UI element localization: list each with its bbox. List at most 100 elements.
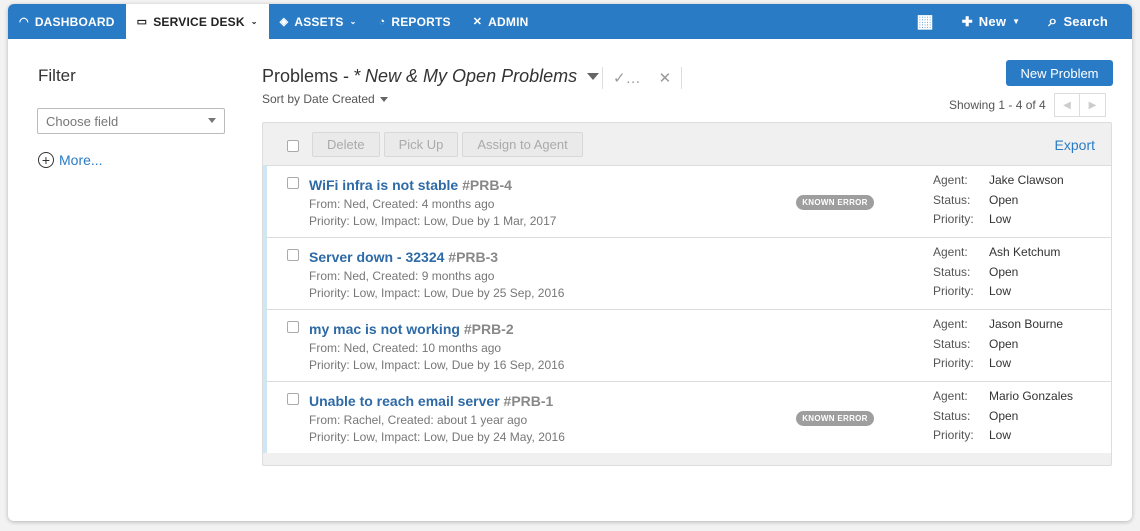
problem-details: Priority: Low, Impact: Low, Due by 16 Se… xyxy=(309,358,565,372)
row-checkbox[interactable] xyxy=(287,249,299,261)
problem-title-link[interactable]: Server down - 32324 #PRB-3 xyxy=(309,249,498,265)
problem-title-link[interactable]: Unable to reach email server #PRB-1 xyxy=(309,393,553,409)
sort-dropdown[interactable]: Sort by Date Created xyxy=(262,92,388,106)
search-label: Search xyxy=(1063,14,1108,29)
problem-origin: From: Rachel, Created: about 1 year ago xyxy=(309,413,528,427)
chevron-down-icon: ⌄ xyxy=(349,17,357,26)
nav-reports[interactable]: ◔ REPORTS xyxy=(367,4,461,39)
problem-origin: From: Ned, Created: 4 months ago xyxy=(309,197,495,211)
priority-value: Low xyxy=(989,356,1012,370)
calendar-icon: ▦ xyxy=(916,11,934,31)
app-window: ◠ DASHBOARD ▭ SERVICE DESK ⌄ ◈ ASSETS ⌄ … xyxy=(8,4,1132,521)
table-row: my mac is not working #PRB-2 From: Ned, … xyxy=(263,309,1111,381)
next-page-button[interactable]: ▶ xyxy=(1080,93,1106,117)
status-label: Status: xyxy=(933,193,971,207)
priority-value: Low xyxy=(989,212,1012,226)
choose-field-select[interactable]: Choose field xyxy=(37,108,225,134)
caret-down-icon xyxy=(587,73,600,80)
priority-label: Priority: xyxy=(933,212,974,226)
more-filters-link[interactable]: + More... xyxy=(38,152,103,168)
problem-id: #PRB-4 xyxy=(462,177,512,193)
agent-value: Jason Bourne xyxy=(989,317,1064,331)
status-label: Status: xyxy=(933,337,971,351)
agent-label: Agent: xyxy=(933,173,968,187)
problem-title: Server down - 32324 xyxy=(309,249,445,265)
select-all-checkbox[interactable] xyxy=(287,140,299,152)
assign-to-agent-button[interactable]: Assign to Agent xyxy=(462,131,583,157)
search-icon: ⌕ xyxy=(1048,12,1058,30)
plus-icon: ✚ xyxy=(961,13,973,29)
view-name: New & My Open Problems xyxy=(365,66,578,86)
choose-field-placeholder: Choose field xyxy=(46,114,119,129)
agent-value: Ash Ketchum xyxy=(989,245,1061,259)
caret-down-icon xyxy=(379,96,388,102)
chevron-down-icon: ⌄ xyxy=(250,17,258,26)
pick-up-button[interactable]: Pick Up xyxy=(383,131,459,157)
new-menu-button[interactable]: ✚ New ▼ xyxy=(948,4,1035,39)
problem-id: #PRB-1 xyxy=(503,393,554,409)
pager: ◀ ▶ xyxy=(1054,93,1106,117)
problem-title: my mac is not working xyxy=(309,321,460,337)
nav-dashboard[interactable]: ◠ DASHBOARD xyxy=(8,4,126,39)
problem-title-link[interactable]: my mac is not working #PRB-2 xyxy=(309,321,514,337)
new-problem-button[interactable]: New Problem xyxy=(1006,60,1113,86)
status-value: Open xyxy=(989,265,1019,279)
row-checkbox[interactable] xyxy=(287,321,299,333)
top-nav: ◠ DASHBOARD ▭ SERVICE DESK ⌄ ◈ ASSETS ⌄ … xyxy=(8,4,1132,39)
agent-value: Jake Clawson xyxy=(989,173,1064,187)
problem-origin: From: Ned, Created: 9 months ago xyxy=(309,269,495,283)
nav-reports-label: REPORTS xyxy=(391,14,451,29)
priority-value: Low xyxy=(989,428,1012,442)
problem-list: Delete Pick Up Assign to Agent Export Wi… xyxy=(262,122,1112,466)
prev-page-button[interactable]: ◀ xyxy=(1054,93,1080,117)
delete-button[interactable]: Delete xyxy=(312,131,380,157)
problem-title: WiFi infra is not stable xyxy=(309,177,459,193)
problem-details: Priority: Low, Impact: Low, Due by 24 Ma… xyxy=(309,430,565,444)
export-link[interactable]: Export xyxy=(1055,137,1095,153)
monitor-icon: ▭ xyxy=(136,16,148,28)
calendar-button[interactable]: ▦ xyxy=(902,4,947,39)
problem-id: #PRB-2 xyxy=(463,321,514,337)
search-button[interactable]: ⌕ Search xyxy=(1034,4,1132,39)
nav-admin[interactable]: ✕ ADMIN xyxy=(462,4,540,39)
clear-view-icon[interactable]: ✕ xyxy=(659,69,672,87)
tools-icon: ✕ xyxy=(472,16,483,28)
more-filters-label: More... xyxy=(59,152,103,168)
status-label: Status: xyxy=(933,409,971,423)
status-value: Open xyxy=(989,193,1019,207)
nav-assets-label: ASSETS xyxy=(294,14,344,29)
table-row: Server down - 32324 #PRB-3 From: Ned, Cr… xyxy=(263,237,1111,309)
nav-dashboard-label: DASHBOARD xyxy=(34,14,115,29)
problem-details: Priority: Low, Impact: Low, Due by 1 Mar… xyxy=(309,214,557,228)
pie-chart-icon: ◔ xyxy=(378,15,386,28)
problem-origin: From: Ned, Created: 10 months ago xyxy=(309,341,502,355)
priority-label: Priority: xyxy=(933,356,974,370)
cube-icon: ◈ xyxy=(279,16,289,28)
page-title[interactable]: Problems - * New & My Open Problems xyxy=(262,66,600,87)
gauge-icon: ◠ xyxy=(19,16,29,28)
nav-assets[interactable]: ◈ ASSETS ⌄ xyxy=(269,4,368,39)
nav-service-desk-label: SERVICE DESK xyxy=(153,14,245,29)
known-error-badge: KNOWN ERROR xyxy=(796,411,874,426)
table-row: WiFi infra is not stable #PRB-4 From: Ne… xyxy=(263,165,1111,237)
plus-circle-icon: + xyxy=(38,152,54,168)
nav-service-desk[interactable]: ▭ SERVICE DESK ⌄ xyxy=(125,4,269,39)
problem-title: Unable to reach email server xyxy=(309,393,500,409)
row-checkbox[interactable] xyxy=(287,393,299,405)
view-actions: ✓… ✕ xyxy=(602,67,683,89)
agent-label: Agent: xyxy=(933,317,968,331)
agent-label: Agent: xyxy=(933,245,968,259)
known-error-badge: KNOWN ERROR xyxy=(796,195,874,210)
problem-title-link[interactable]: WiFi infra is not stable #PRB-4 xyxy=(309,177,512,193)
page-title-prefix: Problems - * xyxy=(262,66,362,86)
agent-value: Mario Gonzales xyxy=(989,389,1074,403)
table-row: Unable to reach email server #PRB-1 From… xyxy=(263,381,1111,453)
pagination-summary: Showing 1 - 4 of 4 xyxy=(949,98,1046,112)
new-menu-label: New xyxy=(978,14,1007,29)
sort-label: Sort by Date Created xyxy=(262,92,375,106)
list-toolbar: Delete Pick Up Assign to Agent Export xyxy=(263,123,1111,165)
row-checkbox[interactable] xyxy=(287,177,299,189)
status-label: Status: xyxy=(933,265,971,279)
status-value: Open xyxy=(989,337,1019,351)
save-view-icon[interactable]: ✓… xyxy=(613,69,641,87)
